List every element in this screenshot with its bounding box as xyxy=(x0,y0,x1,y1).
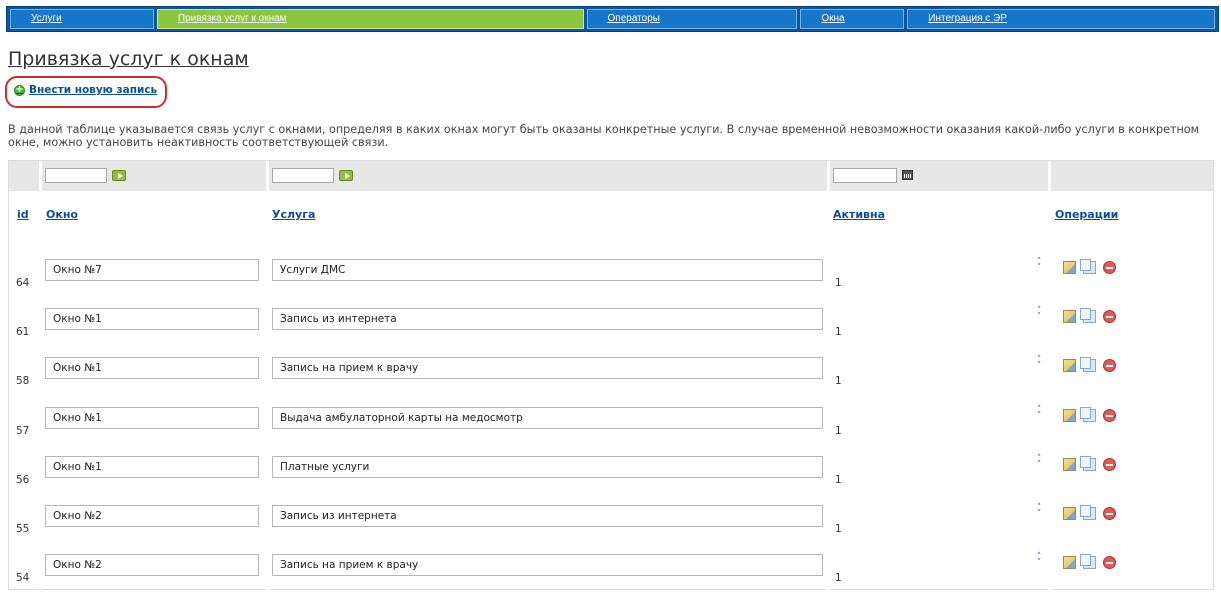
table-row: 55 Окно №2 Запись из интернета 1 ˄ ˅ xyxy=(9,499,1213,543)
service-field[interactable]: Выдача амбулаторной карты на медосмотр xyxy=(272,407,823,429)
copy-icon[interactable] xyxy=(1080,505,1096,520)
active-value[interactable]: 1 xyxy=(835,474,842,486)
spinner-arrows-icon[interactable]: ˄ ˅ xyxy=(1035,258,1043,273)
column-header-operations: Операции xyxy=(1055,208,1119,221)
arrow-right-icon[interactable] xyxy=(339,170,353,181)
highlight-circle: + Внести новую запись xyxy=(5,76,167,108)
table-row: 61 Окно №1 Запись из интернета 1 ˄ ˅ xyxy=(9,302,1213,346)
spinner-arrows-icon[interactable]: ˄ ˅ xyxy=(1035,307,1043,322)
edit-icon[interactable] xyxy=(1063,261,1076,274)
copy-icon[interactable] xyxy=(1080,407,1096,422)
window-field[interactable]: Окно №1 xyxy=(45,407,259,429)
table-row: 54 Окно №2 Запись на прием к врачу 1 ˄ ˅ xyxy=(9,548,1213,592)
delete-icon[interactable] xyxy=(1103,310,1116,323)
service-field[interactable]: Запись из интернета xyxy=(272,505,823,527)
copy-icon[interactable] xyxy=(1080,308,1096,323)
row-id: 64 xyxy=(16,277,30,289)
table-row: 58 Окно №1 Запись на прием к врачу 1 ˄ ˅ xyxy=(9,351,1213,395)
service-filter-input[interactable] xyxy=(272,168,334,183)
edit-icon[interactable] xyxy=(1063,556,1076,569)
service-field[interactable]: Запись на прием к врачу xyxy=(272,357,823,379)
page-title: Привязка услуг к окнам xyxy=(8,48,249,70)
column-header-id[interactable]: id xyxy=(17,208,29,221)
row-id: 56 xyxy=(16,474,30,486)
copy-icon[interactable] xyxy=(1080,456,1096,471)
row-id: 58 xyxy=(16,375,30,387)
plus-circle-icon: + xyxy=(14,83,25,96)
delete-icon[interactable] xyxy=(1103,458,1116,471)
table-header-row: id Окно Услуга Активна Операции xyxy=(9,203,1213,225)
add-new-record-label: Внести новую запись xyxy=(29,84,158,96)
window-field[interactable]: Окно №1 xyxy=(45,456,259,478)
edit-icon[interactable] xyxy=(1063,409,1076,422)
table-row: 57 Окно №1 Выдача амбулаторной карты на ме… xyxy=(9,401,1213,445)
top-nav: Услуги Привязка услуг к окнам Операторы … xyxy=(6,6,1219,32)
edit-icon[interactable] xyxy=(1063,359,1076,372)
edit-icon[interactable] xyxy=(1063,458,1076,471)
bindings-table: id Окно Услуга Активна Операции 64 Окно №… xyxy=(8,160,1214,592)
column-header-window[interactable]: Окно xyxy=(46,208,78,221)
active-value[interactable]: 1 xyxy=(835,425,842,437)
active-value[interactable]: 1 xyxy=(835,277,842,289)
column-header-service[interactable]: Услуга xyxy=(272,208,315,221)
arrow-right-icon[interactable] xyxy=(112,170,126,181)
window-field[interactable]: Окно №1 xyxy=(45,357,259,379)
nav-item-er-integration[interactable]: Интеграция с ЭР xyxy=(907,9,1215,29)
table-row: 56 Окно №1 Платные услуги 1 ˄ ˅ xyxy=(9,450,1213,494)
active-value[interactable]: 1 xyxy=(835,523,842,535)
edit-icon[interactable] xyxy=(1063,310,1076,323)
service-field[interactable]: Запись на прием к врачу xyxy=(272,554,823,576)
spinner-arrows-icon[interactable]: ˄ ˅ xyxy=(1035,406,1043,421)
spinner-arrows-icon[interactable]: ˄ ˅ xyxy=(1035,553,1043,568)
filter-row xyxy=(9,161,1213,191)
window-field[interactable]: Окно №7 xyxy=(45,259,259,281)
column-header-active[interactable]: Активна xyxy=(833,208,885,221)
spinner-arrows-icon[interactable]: ˄ ˅ xyxy=(1035,504,1043,519)
nav-item-windows[interactable]: Окна xyxy=(800,9,905,29)
active-value[interactable]: 1 xyxy=(835,572,842,584)
active-filter-input[interactable] xyxy=(833,168,897,183)
delete-icon[interactable] xyxy=(1103,409,1116,422)
calendar-icon[interactable] xyxy=(902,170,913,180)
delete-icon[interactable] xyxy=(1103,556,1116,569)
table-row: 64 Окно №7 Услуги ДМС 1 ˄ ˅ xyxy=(9,253,1213,297)
delete-icon[interactable] xyxy=(1103,507,1116,520)
service-field[interactable]: Услуги ДМС xyxy=(272,259,823,281)
page-description: В данной таблице указывается связь услуг… xyxy=(8,123,1200,149)
edit-icon[interactable] xyxy=(1063,507,1076,520)
row-id: 54 xyxy=(16,572,30,584)
nav-item-operators[interactable]: Операторы xyxy=(586,9,798,29)
window-filter-input[interactable] xyxy=(45,168,107,183)
window-field[interactable]: Окно №2 xyxy=(45,554,259,576)
row-id: 55 xyxy=(16,523,30,535)
service-field[interactable]: Запись из интернета xyxy=(272,308,823,330)
copy-icon[interactable] xyxy=(1080,357,1096,372)
nav-item-service-binding[interactable]: Привязка услуг к окнам xyxy=(156,9,584,29)
service-field[interactable]: Платные услуги xyxy=(272,456,823,478)
window-field[interactable]: Окно №2 xyxy=(45,505,259,527)
row-id: 57 xyxy=(16,425,30,437)
active-value[interactable]: 1 xyxy=(835,326,842,338)
nav-item-services[interactable]: Услуги xyxy=(10,9,154,29)
spinner-arrows-icon[interactable]: ˄ ˅ xyxy=(1035,356,1043,371)
copy-icon[interactable] xyxy=(1080,554,1096,569)
row-id: 61 xyxy=(16,326,30,338)
window-field[interactable]: Окно №1 xyxy=(45,308,259,330)
add-new-record-link[interactable]: + Внести новую запись xyxy=(14,84,157,96)
spinner-arrows-icon[interactable]: ˄ ˅ xyxy=(1035,455,1043,470)
copy-icon[interactable] xyxy=(1080,259,1096,274)
delete-icon[interactable] xyxy=(1103,261,1116,274)
active-value[interactable]: 1 xyxy=(835,375,842,387)
delete-icon[interactable] xyxy=(1103,359,1116,372)
